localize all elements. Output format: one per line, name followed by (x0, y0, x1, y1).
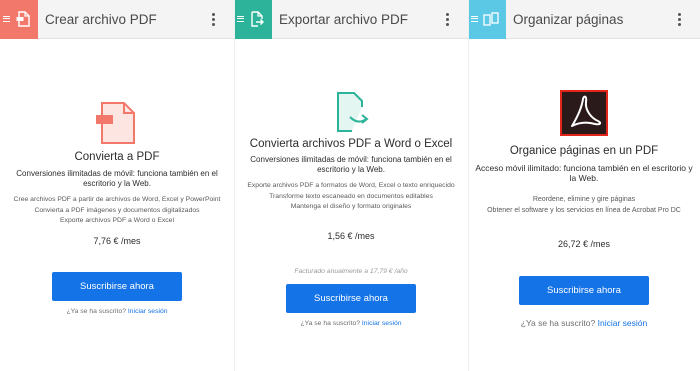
organize-pages-icon (483, 12, 499, 26)
signin-row: ¿Ya se ha suscrito? Iniciar sesión (0, 308, 234, 315)
panel-heading: Convierta archivos PDF a Word o Excel (249, 138, 453, 150)
kebab-dot-icon (445, 12, 449, 16)
hamburger-icon (237, 15, 244, 22)
kebab-dot-icon (211, 17, 215, 21)
panel-subtitle: Acceso móvil ilimitado: funciona también… (475, 163, 693, 183)
menu-button[interactable] (468, 0, 506, 39)
price: 7,76 € /mes (93, 236, 141, 246)
feature-item: Obtener el software y los servicios en l… (487, 206, 681, 214)
price: 1,56 € /mes (327, 231, 375, 241)
signin-prompt: ¿Ya se ha suscrito? (66, 308, 126, 315)
feature-item: Exporte archivos PDF a formatos de Word,… (247, 182, 455, 189)
subscribe-button[interactable]: Suscribirse ahora (519, 276, 649, 305)
feature-item: Reordene, elimine y gire páginas (532, 196, 636, 203)
topbar: Crear archivo PDF (0, 0, 234, 39)
kebab-dot-icon (445, 17, 449, 21)
kebab-dot-icon (677, 12, 681, 16)
signin-link[interactable]: Iniciar sesión (362, 320, 402, 327)
feature-item: Mantenga el diseño y formato originales (290, 203, 412, 210)
create-pdf-icon (96, 101, 138, 150)
feature-list: Cree archivos PDF a partir de archivos d… (6, 195, 228, 227)
subscribe-button[interactable]: Suscribirse ahora (52, 272, 182, 301)
toolbar-title: Exportar archivo PDF (279, 11, 409, 27)
signin-row: ¿Ya se ha suscrito? Iniciar sesión (234, 320, 468, 327)
menu-button[interactable] (234, 0, 272, 39)
kebab-dot-icon (677, 17, 681, 21)
billing-note: Facturado anualmente a 17,79 € /año (294, 268, 408, 275)
feature-list: Exporte archivos PDF a formatos de Word,… (240, 181, 462, 213)
signin-prompt: ¿Ya se ha suscrito? (520, 318, 596, 328)
hamburger-icon (471, 15, 478, 22)
panel-divider (234, 0, 235, 371)
subscribe-button[interactable]: Suscribirse ahora (286, 284, 416, 313)
more-options-button[interactable] (672, 0, 686, 39)
panel-subtitle: Conversiones ilimitadas de móvil: funcio… (16, 169, 218, 188)
kebab-dot-icon (445, 22, 449, 26)
export-pdf-icon (330, 91, 372, 138)
panel-divider (468, 0, 469, 371)
acrobat-logo-icon (560, 90, 608, 141)
toolbar-title: Organizar páginas (513, 11, 624, 27)
feature-item: Cree archivos PDF a partir de archivos d… (13, 196, 221, 203)
panel-subtitle: Conversiones ilimitadas de móvil: funcio… (250, 155, 452, 174)
kebab-dot-icon (677, 22, 681, 26)
toolbar-title: Crear archivo PDF (45, 11, 157, 27)
panel-export-pdf: Exportar archivo PDF Convierta archivos … (234, 0, 468, 371)
kebab-dot-icon (211, 12, 215, 16)
export-pdf-icon (251, 11, 264, 27)
topbar: Organizar páginas (468, 0, 700, 39)
panel-organize-pages: Organizar páginas Organice páginas en un… (468, 0, 700, 371)
signin-prompt: ¿Ya se ha suscrito? (300, 320, 360, 327)
create-pdf-icon (16, 11, 30, 27)
feature-item: Convierta a PDF imágenes y documentos di… (34, 206, 200, 214)
panel-heading: Organice páginas en un PDF (509, 145, 659, 157)
price: 26,72 € /mes (557, 239, 611, 249)
feature-item: Exporte archivos PDF a Word o Excel (60, 217, 174, 224)
more-options-button[interactable] (206, 0, 220, 39)
kebab-dot-icon (211, 22, 215, 26)
topbar: Exportar archivo PDF (234, 0, 468, 39)
subscription-panels: Crear archivo PDF Convierta a PDF Conver… (0, 0, 700, 371)
signin-row: ¿Ya se ha suscrito? Iniciar sesión (468, 318, 700, 328)
signin-link[interactable]: Iniciar sesión (598, 318, 648, 328)
panel-heading: Convierta a PDF (74, 151, 160, 163)
signin-link[interactable]: Iniciar sesión (128, 308, 168, 315)
feature-list: Reordene, elimine y gire páginas Obtener… (474, 195, 694, 216)
more-options-button[interactable] (440, 0, 454, 39)
menu-button[interactable] (0, 0, 38, 39)
panel-create-pdf: Crear archivo PDF Convierta a PDF Conver… (0, 0, 234, 371)
feature-item: Transforme texto escaneado en documentos… (269, 192, 433, 200)
hamburger-icon (3, 15, 10, 22)
